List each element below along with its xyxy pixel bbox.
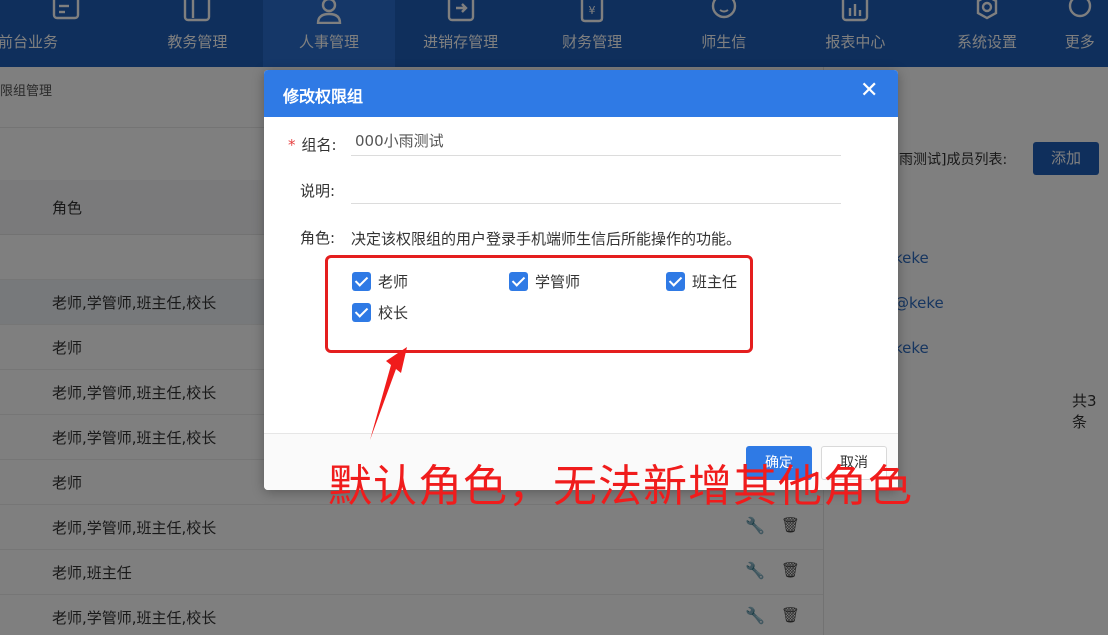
- group-name-label-text: 组名:: [301, 136, 337, 154]
- role-hint: 决定该权限组的用户登录手机端师生信后所能操作的功能。: [351, 230, 742, 248]
- annotation-highlight-box: [325, 255, 753, 353]
- annotation-arrow-icon: [370, 347, 407, 440]
- annotation-text: 默认角色，无法新增其他角色: [328, 461, 913, 512]
- close-icon[interactable]: ✕: [860, 80, 878, 102]
- group-name-label: * 组名:: [288, 134, 337, 155]
- description-label: 说明:: [300, 182, 336, 200]
- group-name-input[interactable]: 000小雨测试: [351, 130, 841, 156]
- dialog-header: 修改权限组 ✕: [264, 70, 898, 117]
- required-mark: *: [288, 136, 296, 154]
- role-label: 角色:: [300, 229, 336, 247]
- description-input[interactable]: [351, 178, 841, 204]
- dialog-title: 修改权限组: [283, 87, 364, 106]
